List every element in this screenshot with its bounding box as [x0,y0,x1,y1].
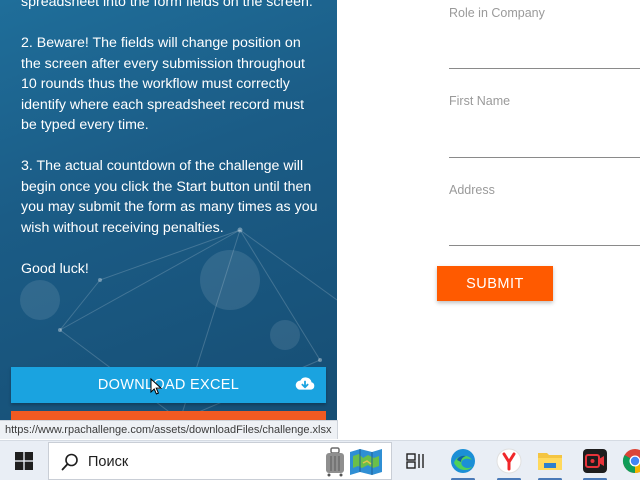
yandex-browser-icon [496,448,522,474]
screen-recorder-icon [583,449,607,473]
windows-taskbar: Поиск [0,440,640,480]
instruction-step-1: spreadsheet into the form fields on the … [21,0,313,10]
link-status-bar: https://www.rpachallenge.com/assets/down… [0,420,338,439]
windows-logo-icon [15,452,33,470]
suitcase-icon [326,447,344,477]
task-view-icon [406,453,424,469]
taskbar-edge[interactable] [443,441,483,480]
taskbar-file-explorer[interactable] [530,441,570,480]
taskbar-search-box[interactable]: Поиск [48,442,392,480]
search-icon [61,453,78,471]
address-input[interactable] [449,245,640,246]
map-icon [350,449,382,475]
submit-button[interactable]: SUBMIT [437,266,553,301]
search-placeholder: Поиск [88,454,129,470]
role-in-company-input[interactable] [449,68,640,69]
cloud-download-icon [295,377,315,390]
good-luck-text: Good luck! [21,260,89,277]
task-view-button[interactable] [396,441,436,480]
taskbar-screen-recorder[interactable] [575,441,615,480]
instructions-text: spreadsheet into the form fields on the … [21,0,321,300]
first-name-label: First Name [449,94,511,108]
chrome-icon [622,449,640,473]
browser-viewport: spreadsheet into the form fields on the … [0,0,640,480]
taskbar-yandex-browser[interactable] [489,441,529,480]
taskbar-chrome[interactable] [615,441,640,480]
first-name-input[interactable] [449,157,640,158]
address-label: Address [449,183,495,197]
role-in-company-label: Role in Company [449,6,545,20]
file-explorer-icon [538,453,562,470]
instruction-step-3: 3. The actual countdown of the challenge… [21,158,318,236]
windows-start-button[interactable] [0,441,48,480]
mouse-cursor-icon [150,378,162,395]
download-excel-label: DOWNLOAD EXCEL [97,377,240,393]
instructions-panel: spreadsheet into the form fields on the … [0,0,337,435]
edge-icon [451,449,475,473]
download-excel-button[interactable]: DOWNLOAD EXCEL [11,367,326,403]
instruction-step-2: 2. Beware! The fields will change positi… [21,35,305,133]
